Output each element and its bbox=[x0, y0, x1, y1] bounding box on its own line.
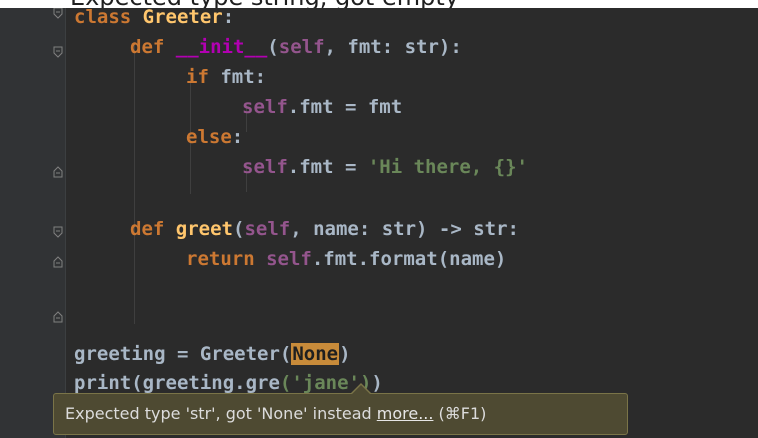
more-link[interactable]: more... bbox=[377, 404, 434, 423]
code-line-12[interactable]: greeting = Greeter(None) bbox=[74, 339, 351, 369]
inspection-tooltip: Expected type 'str', got 'None' instead … bbox=[53, 393, 628, 435]
fold-close-icon[interactable] bbox=[53, 311, 63, 323]
fold-close-icon[interactable] bbox=[53, 166, 63, 178]
code-line-3[interactable]: if fmt: bbox=[186, 62, 266, 92]
code-line-2[interactable]: def __init__(self, fmt: str): bbox=[130, 32, 462, 62]
warning-highlight[interactable]: None bbox=[291, 343, 340, 365]
fold-open-icon[interactable] bbox=[53, 46, 63, 58]
code-line-8[interactable]: def greet(self, name: str) -> str: bbox=[130, 214, 519, 244]
fold-open-icon[interactable] bbox=[53, 8, 63, 19]
editor-gutter bbox=[0, 8, 66, 438]
code-line-9[interactable]: return self.fmt.format(name) bbox=[186, 244, 506, 274]
tooltip-pointer-fill bbox=[351, 385, 371, 395]
tooltip-message: Expected type 'str', got 'None' instead bbox=[65, 404, 372, 423]
code-editor[interactable]: class Greeter: def __init__(self, fmt: s… bbox=[0, 8, 758, 438]
code-line-4[interactable]: self.fmt = fmt bbox=[242, 92, 402, 122]
code-line-1[interactable]: class Greeter: bbox=[74, 8, 234, 32]
page-header: Expected type string, got empty bbox=[0, 0, 758, 8]
shortcut-hint: (⌘F1) bbox=[438, 404, 487, 423]
indent-guide bbox=[134, 254, 135, 284]
fold-close-icon[interactable] bbox=[53, 256, 63, 268]
gutter-separator bbox=[65, 8, 66, 438]
code-line-6[interactable]: self.fmt = 'Hi there, {}' bbox=[242, 152, 528, 182]
fold-open-icon[interactable] bbox=[53, 226, 63, 238]
page-header-text: Expected type string, got empty bbox=[70, 0, 459, 8]
code-line-5[interactable]: else: bbox=[186, 122, 243, 152]
